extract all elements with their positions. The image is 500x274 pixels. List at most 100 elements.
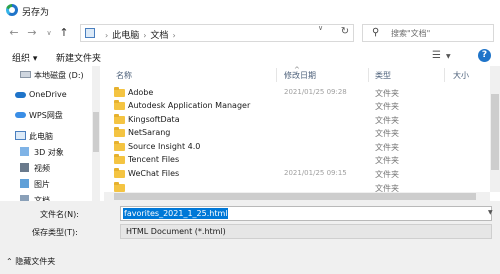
sidebar-scrollbar-thumb[interactable] [93,112,99,152]
help-icon[interactable]: ? [478,49,491,62]
file-type: 文件夹 [375,102,399,111]
sidebar-item-videos[interactable]: 视频 [0,161,90,176]
recent-locations-dropdown[interactable]: ∨ [42,26,56,40]
filename-dropdown-icon[interactable]: ▼ [488,209,493,216]
sidebar-item-label: 此电脑 [29,132,53,141]
table-row[interactable]: KingsoftData 文件夹 [104,113,490,126]
sidebar-item-label: 图片 [34,180,50,189]
computer-icon [85,28,95,38]
table-row[interactable]: Autodesk Application Manager 文件夹 [104,99,490,112]
folder-icon [114,87,125,97]
cloud-icon [15,112,26,118]
column-header-type[interactable]: 类型 [375,70,391,81]
drive-icon [20,71,31,78]
window-title: 另存为 [22,8,50,18]
file-type: 文件夹 [375,184,399,192]
search-placeholder: 搜索"文档" [391,29,431,38]
table-row[interactable]: Source Insight 4.0 文件夹 [104,140,490,153]
sidebar-item-onedrive[interactable]: OneDrive [0,88,90,103]
file-name: KingsoftData [128,115,180,124]
file-name: Source Insight 4.0 [128,142,201,151]
title-bar: 另存为 [0,0,500,22]
table-row[interactable]: Tencent Files 文件夹 [104,153,490,166]
column-divider[interactable] [444,68,445,82]
filetype-select[interactable]: HTML Document (*.html) [120,224,492,239]
cube-icon [20,147,29,156]
hide-folders-toggle[interactable]: ⌃ 隐藏文件夹 [6,256,55,267]
sidebar-item-label: 视频 [34,164,50,173]
breadcrumb: › 此电脑 › 文档 › [101,28,180,41]
folder-icon [114,114,125,124]
sidebar-item-label: 本地磁盘 (D:) [34,71,84,80]
file-name: Adobe [128,88,154,97]
sidebar-item-label: WPS网盘 [29,111,63,120]
sidebar-item-local-disk-d[interactable]: 本地磁盘 (D:) [0,68,90,83]
table-row[interactable]: WeChat Files 2021/01/25 09:15 文件夹 [104,167,490,180]
table-row[interactable]: Adobe 2021/01/25 09:28 文件夹 [104,86,490,99]
folder-icon [114,127,125,137]
view-options-icon[interactable]: ☰ [432,50,441,61]
up-button[interactable]: ↑ [57,26,71,40]
column-header-size[interactable]: 大小 [453,70,469,81]
column-divider[interactable] [276,68,277,82]
file-type: 文件夹 [375,170,399,179]
file-date: 2021/01/25 09:28 [284,88,347,96]
file-type: 文件夹 [375,156,399,165]
address-dropdown-button[interactable]: ∨ [318,24,323,32]
picture-icon [20,179,29,188]
sidebar-item-label: OneDrive [29,90,67,99]
breadcrumb-separator: › [105,31,109,40]
table-row[interactable]: 文件夹 [104,181,490,192]
column-divider[interactable] [368,68,369,82]
chevron-up-icon: ⌃ [6,257,13,266]
filetype-label: 保存类型(T): [32,228,78,237]
refresh-button[interactable]: ↻ [338,24,352,40]
folder-icon [114,154,125,164]
file-name: WeChat Files [128,169,180,178]
breadcrumb-this-pc[interactable]: 此电脑 [112,31,139,41]
new-folder-button[interactable]: 新建文件夹 [56,51,101,64]
sidebar-item-3d-objects[interactable]: 3D 对象 [0,145,90,160]
address-bar[interactable]: › 此电脑 › 文档 › [80,24,354,42]
search-icon: ⚲ [372,27,380,38]
video-icon [20,163,29,172]
search-input[interactable]: ⚲ 搜索"文档" [362,24,494,42]
filename-label: 文件名(N): [40,210,79,219]
file-name: Tencent Files [128,155,180,164]
sidebar-item-pictures[interactable]: 图片 [0,177,90,192]
file-name: Autodesk Application Manager [128,101,251,110]
table-row[interactable]: NetSarang 文件夹 [104,126,490,139]
sidebar-item-documents[interactable]: 文档 [0,193,90,201]
filename-input[interactable]: favorites_2021_1_25.html [120,206,492,221]
file-date: 2021/01/25 09:15 [284,169,347,177]
filetype-value: HTML Document (*.html) [126,227,226,236]
navigation-pane: 本地磁盘 (D:) OneDrive WPS网盘 此电脑 3D 对象 视频 图片… [0,66,104,201]
view-dropdown-icon[interactable]: ▼ [446,53,451,60]
filename-selected-text[interactable]: favorites_2021_1_25.html [123,208,229,219]
file-list-horizontal-scrollbar-thumb[interactable] [114,193,476,200]
folder-icon [114,182,125,192]
back-button[interactable]: ← [7,26,21,40]
file-type: 文件夹 [375,129,399,138]
file-type: 文件夹 [375,116,399,125]
column-header-date[interactable]: 修改日期 [284,70,316,81]
file-list: ^ 名称 修改日期 类型 大小 Adobe 2021/01/25 09:28 文… [104,66,490,192]
sidebar-item-wps-drive[interactable]: WPS网盘 [0,108,90,123]
file-list-vertical-scrollbar-thumb[interactable] [491,94,499,170]
folder-icon [114,100,125,110]
computer-icon [15,131,26,140]
file-type: 文件夹 [375,89,399,98]
folder-icon [114,141,125,151]
column-header-name[interactable]: 名称 [116,70,132,81]
sidebar-item-label: 3D 对象 [34,148,64,157]
sidebar-item-this-pc[interactable]: 此电脑 [0,129,90,144]
cloud-icon [15,92,26,98]
browser-app-icon [6,4,18,16]
file-name: NetSarang [128,128,171,137]
breadcrumb-separator: › [143,31,147,40]
organize-menu-button[interactable]: 组织 ▾ [12,51,37,64]
breadcrumb-documents[interactable]: 文档 [150,31,168,41]
file-type: 文件夹 [375,143,399,152]
folder-icon [114,168,125,178]
forward-button[interactable]: → [25,26,39,40]
